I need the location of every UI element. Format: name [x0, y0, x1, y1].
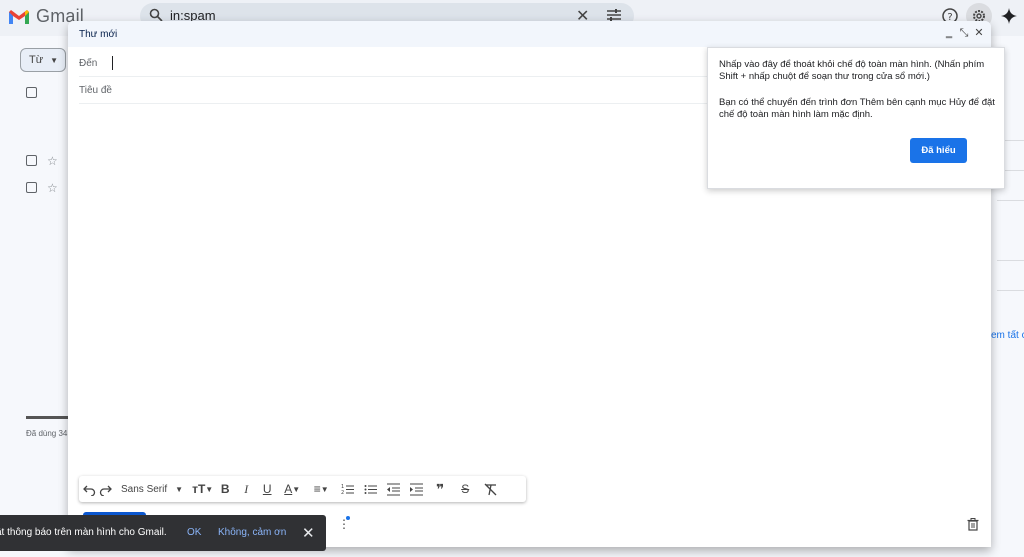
gemini-icon[interactable] — [1000, 7, 1018, 25]
tooltip-text-2: Bạn có thể chuyển đến trình đơn Thêm bên… — [719, 97, 995, 120]
font-select[interactable]: Sans Serif ▼ — [115, 476, 189, 502]
tooltip-text-1: Nhấp vào đây để thoát khỏi chế độ toàn m… — [719, 59, 985, 82]
close-icon[interactable]: ✕ — [302, 524, 315, 542]
storage-label: Đã dùng 34 — [26, 429, 68, 438]
right-panel-link[interactable]: em tất c — [991, 330, 1024, 341]
notification-dot — [346, 516, 350, 520]
star-icon[interactable]: ☆ — [47, 154, 58, 168]
snackbar-ok-button[interactable]: OK — [187, 527, 201, 538]
text-size-icon[interactable]: тТ ▼ — [192, 476, 213, 502]
from-filter-button[interactable]: Từ ▼ — [20, 48, 66, 72]
fullscreen-tooltip: Nhấp vào đây để thoát khỏi chế độ toàn m… — [707, 47, 1005, 189]
svg-text:2: 2 — [341, 490, 344, 496]
indent-less-icon[interactable] — [383, 476, 403, 502]
to-label: Đến — [79, 58, 98, 69]
compose-title: Thư mới — [79, 29, 118, 40]
formatting-toolbar: Sans Serif ▼ тТ ▼ B I U A ▼ ≡ ▼ 12 ❞ S — [79, 476, 526, 502]
storage-bar — [26, 416, 68, 419]
search-icon[interactable] — [149, 8, 163, 22]
row-checkbox[interactable] — [26, 155, 37, 166]
exit-fullscreen-icon[interactable]: ⤡ — [957, 26, 971, 40]
snackbar-message: ật thông báo trên màn hình cho Gmail. — [0, 527, 167, 538]
numbered-list-icon[interactable]: 12 — [337, 476, 357, 502]
trash-icon[interactable] — [967, 518, 979, 531]
strikethrough-icon[interactable]: S — [454, 476, 476, 502]
divider — [997, 260, 1024, 261]
gmail-m-icon — [9, 9, 29, 24]
close-icon[interactable]: ✕ — [972, 26, 986, 40]
italic-icon[interactable]: I — [237, 476, 255, 502]
minimize-icon[interactable]: ‗ — [942, 26, 956, 40]
select-all-checkbox[interactable] — [26, 87, 37, 98]
subject-placeholder: Tiêu đề — [79, 85, 112, 96]
compose-title-bar: Thư mới ‗ ⤡ ✕ — [68, 21, 991, 47]
redo-icon[interactable] — [99, 476, 112, 502]
remove-formatting-icon[interactable] — [479, 476, 501, 502]
got-it-button[interactable]: Đã hiểu — [910, 138, 967, 163]
undo-icon[interactable] — [83, 476, 96, 502]
underline-icon[interactable]: U — [258, 476, 276, 502]
bold-icon[interactable]: B — [216, 476, 234, 502]
chevron-down-icon: ▼ — [50, 56, 59, 65]
indent-more-icon[interactable] — [406, 476, 426, 502]
align-icon[interactable]: ≡ ▼ — [308, 476, 334, 502]
row-checkbox[interactable] — [26, 182, 37, 193]
divider — [997, 200, 1024, 201]
notification-snackbar: ật thông báo trên màn hình cho Gmail. OK… — [0, 515, 326, 551]
snackbar-no-button[interactable]: Không, cảm ơn — [218, 527, 286, 538]
quote-icon[interactable]: ❞ — [429, 476, 451, 502]
font-name: Sans Serif — [121, 483, 168, 495]
bulleted-list-icon[interactable] — [360, 476, 380, 502]
left-panel — [0, 36, 68, 557]
from-filter-label: Từ — [29, 54, 44, 66]
divider — [997, 290, 1024, 291]
text-color-icon[interactable]: A ▼ — [279, 476, 305, 502]
text-caret — [112, 56, 113, 70]
star-icon[interactable]: ☆ — [47, 181, 58, 195]
chevron-down-icon: ▼ — [175, 484, 184, 494]
